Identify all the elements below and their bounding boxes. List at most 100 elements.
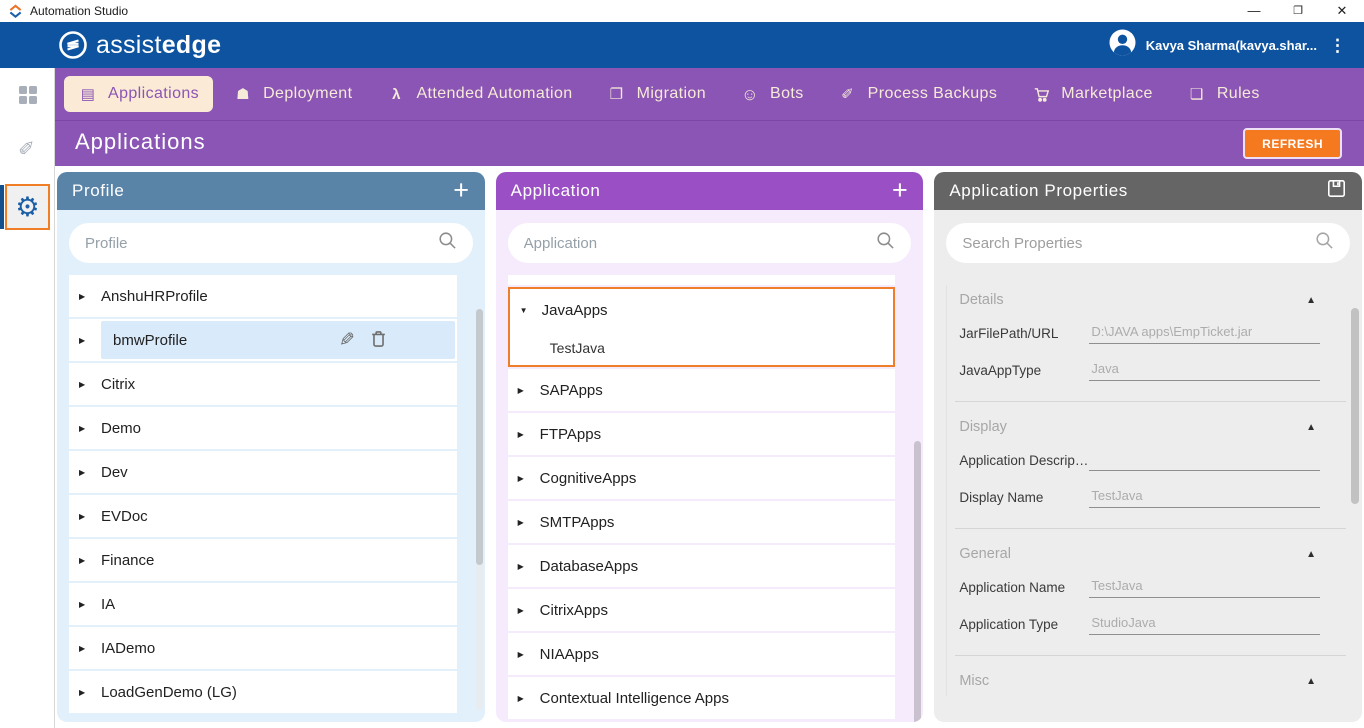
- expand-caret-icon[interactable]: ▶: [79, 688, 91, 697]
- tab-deployment[interactable]: ☗ Deployment: [219, 76, 366, 112]
- profile-search-input[interactable]: [85, 234, 438, 252]
- tab-process-backups[interactable]: ✐ Process Backups: [824, 76, 1012, 112]
- minimize-button[interactable]: —: [1232, 0, 1276, 22]
- tab-applications[interactable]: ▤ Applications: [64, 76, 214, 112]
- left-sidebar: ✎ ⚙: [0, 68, 55, 728]
- properties-search-input[interactable]: [962, 234, 1316, 252]
- section-header-display[interactable]: Display ▲: [955, 412, 1350, 442]
- scrollbar-thumb[interactable]: [914, 441, 922, 722]
- profile-row[interactable]: ▶ IA: [69, 583, 457, 625]
- add-profile-button[interactable]: +: [453, 176, 469, 204]
- property-value-field[interactable]: TestJava: [1089, 578, 1321, 598]
- expand-caret-icon[interactable]: ▶: [518, 650, 530, 659]
- application-row[interactable]: ▶ SMTPApps: [507, 501, 896, 543]
- property-value-field[interactable]: [1089, 451, 1321, 471]
- application-panel-title: Application: [510, 181, 601, 200]
- settings-nav-item[interactable]: ⚙: [0, 184, 54, 230]
- tab-marketplace[interactable]: Marketplace: [1017, 76, 1167, 112]
- partial-row[interactable]: [507, 275, 896, 285]
- profile-row[interactable]: ▶ Citrix: [69, 363, 457, 405]
- expand-caret-icon[interactable]: ▶: [79, 380, 91, 389]
- profile-list: ▶ AnshuHRProfile ▶ bmwProfile ✎ ▶ Citrix…: [69, 275, 473, 713]
- search-icon[interactable]: [876, 231, 895, 255]
- restore-button[interactable]: ❐: [1276, 0, 1320, 22]
- user-avatar[interactable]: [1109, 29, 1136, 61]
- page-header: Applications REFRESH: [55, 120, 1364, 166]
- row-actions: ✎: [339, 329, 387, 352]
- collapse-triangle-icon[interactable]: ▲: [1306, 295, 1316, 306]
- section-header-misc[interactable]: Misc ▲: [955, 666, 1350, 696]
- refresh-button[interactable]: REFRESH: [1243, 128, 1342, 159]
- kebab-menu-icon[interactable]: ⋮: [1329, 37, 1346, 54]
- application-row[interactable]: ▶ NIAApps: [507, 633, 896, 675]
- scrollbar-thumb[interactable]: [1351, 308, 1360, 504]
- application-panel: Application + ▼ JavaApps: [495, 172, 924, 722]
- application-child-row[interactable]: TestJava: [510, 331, 894, 365]
- profile-row[interactable]: ▶ EVDoc: [69, 495, 457, 537]
- collapse-triangle-icon[interactable]: ▲: [1306, 422, 1316, 433]
- expand-caret-icon[interactable]: ▶: [518, 606, 530, 615]
- expand-caret-icon[interactable]: ▶: [79, 512, 91, 521]
- expand-caret-icon[interactable]: ▶: [518, 430, 530, 439]
- profile-row[interactable]: ▶ Finance: [69, 539, 457, 581]
- profile-row[interactable]: ▶ IADemo: [69, 627, 457, 669]
- profile-row[interactable]: ▶ AnshuHRProfile: [69, 275, 457, 317]
- application-row[interactable]: ▶ CognitiveApps: [507, 457, 896, 499]
- profile-row[interactable]: ▶ LoadGenDemo (LG): [69, 671, 457, 713]
- profile-row-selected[interactable]: ▶ bmwProfile ✎: [69, 319, 457, 361]
- save-icon[interactable]: [1326, 178, 1347, 204]
- profile-row[interactable]: ▶ Demo: [69, 407, 457, 449]
- collapse-caret-icon[interactable]: ▼: [520, 306, 532, 315]
- close-button[interactable]: ✕: [1320, 0, 1364, 22]
- collapse-triangle-icon[interactable]: ▲: [1306, 549, 1316, 560]
- application-row[interactable]: ▶ SAPApps: [507, 369, 896, 411]
- tab-attended-automation[interactable]: λ Attended Automation: [372, 76, 586, 112]
- section-header-details[interactable]: Details ▲: [955, 285, 1350, 315]
- selected-highlight: bmwProfile ✎: [101, 321, 455, 359]
- edit-icon[interactable]: ✎: [339, 329, 355, 352]
- search-icon[interactable]: [1315, 231, 1334, 255]
- profile-row[interactable]: ▶ Dev: [69, 451, 457, 493]
- application-row[interactable]: ▶ CitrixApps: [507, 589, 896, 631]
- gear-button[interactable]: ⚙: [5, 184, 50, 230]
- scrollbar-thumb[interactable]: [475, 309, 483, 565]
- expand-caret-icon[interactable]: ▶: [79, 424, 91, 433]
- property-value-field[interactable]: TestJava: [1089, 488, 1321, 508]
- expand-caret-icon[interactable]: ▶: [518, 694, 530, 703]
- application-search-input[interactable]: [523, 234, 877, 252]
- property-value-field[interactable]: StudioJava: [1089, 615, 1321, 635]
- profile-panel-header: Profile +: [57, 172, 485, 210]
- rules-icon: ❏: [1189, 85, 1204, 103]
- expand-caret-icon[interactable]: ▶: [79, 336, 91, 345]
- expand-caret-icon[interactable]: ▶: [518, 386, 530, 395]
- expand-caret-icon[interactable]: ▶: [79, 468, 91, 477]
- application-row[interactable]: ▶ Contextual Intelligence Apps: [507, 677, 896, 719]
- collapse-triangle-icon[interactable]: ▲: [1306, 676, 1316, 687]
- tab-bots[interactable]: ☺ Bots: [726, 76, 818, 112]
- pencil-icon[interactable]: ✎: [15, 120, 40, 175]
- expand-caret-icon[interactable]: ▶: [79, 556, 91, 565]
- expand-caret-icon[interactable]: ▶: [518, 474, 530, 483]
- expand-caret-icon[interactable]: ▶: [79, 292, 91, 301]
- active-indicator-bar: [0, 185, 4, 229]
- property-value-field[interactable]: D:\JAVA apps\EmpTicket.jar: [1089, 324, 1321, 344]
- application-row[interactable]: ▶ DatabaseApps: [507, 545, 896, 587]
- selected-application-group[interactable]: ▼ JavaApps TestJava: [507, 287, 896, 367]
- expand-caret-icon[interactable]: ▶: [79, 644, 91, 653]
- search-icon[interactable]: [438, 231, 457, 255]
- tab-migration[interactable]: ❐ Migration: [593, 76, 720, 112]
- grid-menu-icon[interactable]: [0, 85, 55, 105]
- section-header-general[interactable]: General ▲: [955, 539, 1350, 569]
- application-row[interactable]: ▶ FTPApps: [507, 413, 896, 455]
- expand-caret-icon[interactable]: ▶: [518, 562, 530, 571]
- property-field: Application Type StudioJava: [955, 606, 1350, 643]
- application-group-row[interactable]: ▼ JavaApps: [510, 289, 894, 331]
- tab-rules[interactable]: ❏ Rules: [1173, 76, 1274, 112]
- expand-caret-icon[interactable]: ▶: [79, 600, 91, 609]
- property-value-field[interactable]: Java: [1089, 361, 1321, 381]
- expand-caret-icon[interactable]: ▶: [518, 518, 530, 527]
- section-divider: [955, 528, 1347, 529]
- properties-sections: Details ▲ JarFilePath/URL D:\JAVA apps\E…: [946, 285, 1350, 696]
- add-application-button[interactable]: +: [892, 176, 908, 204]
- trash-icon[interactable]: [370, 329, 387, 352]
